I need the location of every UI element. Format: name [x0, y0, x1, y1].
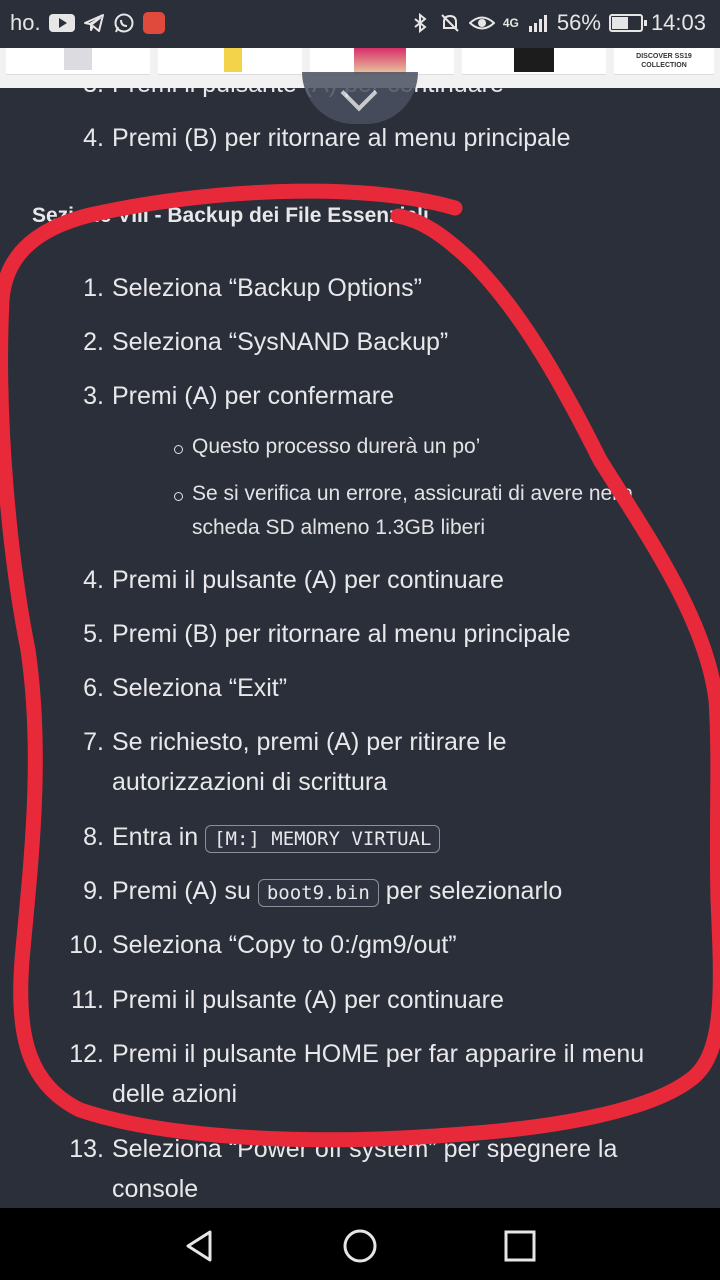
mute-icon — [441, 14, 459, 32]
battery-level — [611, 17, 628, 29]
bullet-icon — [174, 445, 183, 454]
list-item-number: 4. — [83, 124, 104, 152]
back-icon[interactable] — [182, 1228, 218, 1264]
ad-product-image[interactable] — [462, 48, 606, 75]
navigation-bar — [0, 1208, 720, 1280]
app-icon — [142, 12, 165, 34]
battery-icon — [608, 14, 647, 32]
whatsapp-icon — [114, 13, 134, 33]
status-bar: ho. 4G 56% 14:03 — [0, 0, 720, 48]
recents-icon[interactable] — [502, 1228, 538, 1264]
chevron-down-icon — [340, 74, 378, 112]
ad-product-image[interactable] — [6, 48, 150, 75]
eye-icon — [468, 16, 495, 30]
ad-text: DISCOVER SS19 COLLECTION — [636, 53, 692, 69]
status-right: 4G 56% 14:03 — [409, 10, 706, 36]
carrier-label: ho. — [10, 10, 41, 35]
article-content: 3. Premi il pulsante (A) per continuare … — [0, 88, 720, 1208]
signal-icon — [528, 15, 547, 32]
ad-product-image[interactable] — [158, 48, 302, 75]
code-snippet: [M:] MEMORY VIRTUAL — [205, 825, 441, 853]
section-heading: Sezione VIII - Backup dei File Essenzial… — [32, 204, 429, 227]
list-item-text: Premi (B) per ritornare al menu principa… — [112, 124, 571, 152]
network-label: 4G — [502, 16, 519, 30]
clock: 14:03 — [650, 10, 706, 35]
home-icon[interactable] — [342, 1228, 378, 1264]
bullet-icon — [174, 492, 183, 501]
status-left: ho. — [10, 10, 165, 36]
bluetooth-icon — [414, 12, 427, 34]
ad-collection-tile[interactable]: DISCOVER SS19 COLLECTION — [614, 48, 714, 75]
battery-percent: 56% — [556, 10, 601, 35]
telegram-icon — [83, 14, 104, 32]
ad-product-image[interactable] — [310, 48, 454, 75]
code-snippet: boot9.bin — [257, 879, 379, 907]
youtube-icon — [48, 14, 75, 32]
